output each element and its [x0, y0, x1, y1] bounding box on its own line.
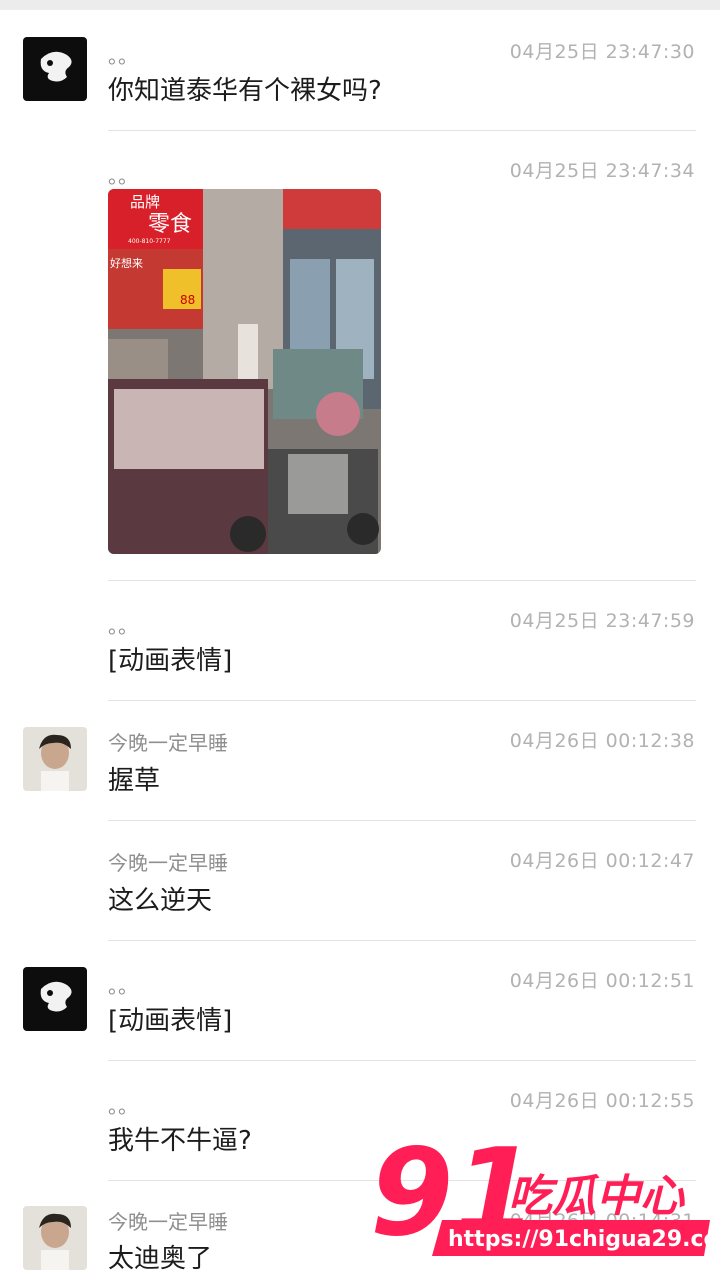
timestamp: 04月25日 23:47:30: [509, 41, 695, 63]
avatar[interactable]: [23, 967, 87, 1031]
timestamp: 04月26日 00:12:47: [509, 850, 695, 872]
avatar[interactable]: [23, 1206, 87, 1270]
timestamp: 04月26日 00:12:38: [509, 730, 695, 752]
shop-sign-text: 零食: [148, 212, 192, 237]
shop-phone-text: 400-810-7777: [128, 238, 171, 245]
top-bar: [0, 0, 720, 10]
message-text[interactable]: 你知道泰华有个裸女吗?: [108, 70, 382, 107]
sender-name: 今晚一定早睡: [108, 731, 228, 755]
timestamp: 04月25日 23:47:34: [509, 160, 695, 182]
message-text[interactable]: 握草: [108, 760, 160, 797]
message-text[interactable]: [动画表情]: [108, 1000, 232, 1037]
watermark-url: https://91chigua29.com: [448, 1227, 715, 1252]
message-text[interactable]: 太迪奥了: [108, 1238, 212, 1275]
sender-name: 。。: [108, 974, 138, 998]
divider: [108, 580, 696, 581]
watermark: 91 吃瓜中心 https://91chigua29.com: [370, 1124, 720, 1266]
divider: [108, 940, 696, 941]
divider: [108, 820, 696, 821]
divider: [108, 700, 696, 701]
avatar[interactable]: [23, 727, 87, 791]
sender-name: 。。: [108, 1094, 138, 1118]
divider: [108, 130, 696, 131]
avatar[interactable]: [23, 37, 87, 101]
shop-top-text: 品牌: [130, 193, 160, 211]
sender-name: 。。: [108, 614, 138, 638]
message-image[interactable]: 品牌 零食 400-810-7777 好想来 88: [108, 189, 381, 554]
price-tag-text: 88: [180, 293, 195, 307]
message-text[interactable]: 这么逆天: [108, 880, 212, 917]
divider: [108, 1060, 696, 1061]
timestamp: 04月26日 00:12:51: [509, 970, 695, 992]
timestamp: 04月25日 23:47:59: [509, 610, 695, 632]
message-text[interactable]: 我牛不牛逼?: [108, 1120, 252, 1157]
sender-name: 今晚一定早睡: [108, 851, 228, 875]
watermark-logo-text: 吃瓜中心: [508, 1171, 686, 1222]
shop2-sign-text: 好想来: [110, 256, 143, 270]
message-text[interactable]: [动画表情]: [108, 640, 232, 677]
timestamp: 04月26日 00:12:55: [509, 1090, 695, 1112]
sender-name: 。。: [108, 44, 138, 68]
sender-name: 。。: [108, 164, 138, 188]
sender-name: 今晚一定早睡: [108, 1210, 228, 1234]
